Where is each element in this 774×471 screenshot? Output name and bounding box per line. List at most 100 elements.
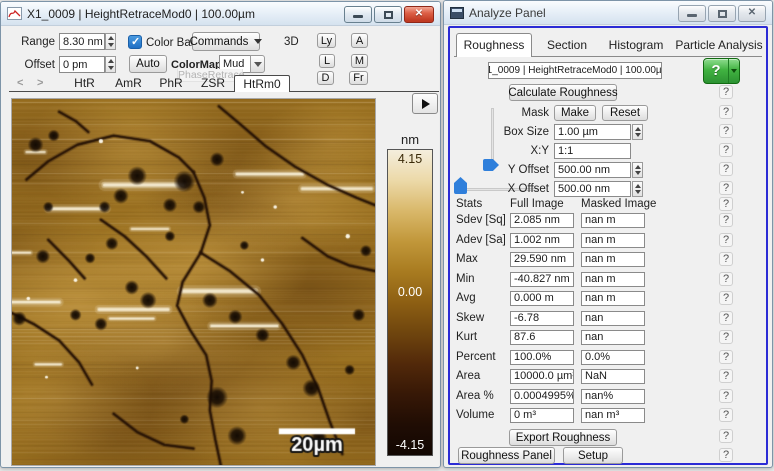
- help-button[interactable]: ?: [719, 350, 733, 364]
- help-button[interactable]: ?: [719, 213, 733, 227]
- stat-full-value[interactable]: 29.590 nm: [510, 252, 574, 267]
- stat-masked-value[interactable]: nan%: [581, 389, 645, 404]
- range-spinner[interactable]: [105, 33, 116, 50]
- stat-masked-value[interactable]: nan m: [581, 291, 645, 306]
- stat-full-value[interactable]: 87.6: [510, 330, 574, 345]
- close-button[interactable]: [738, 5, 766, 22]
- offset-input[interactable]: 0 pm: [59, 56, 105, 73]
- stat-full-value[interactable]: 10000.0 µm²: [510, 369, 574, 384]
- tab-htr[interactable]: HtR: [63, 75, 106, 92]
- help-button[interactable]: ?: [719, 197, 733, 211]
- stat-masked-value[interactable]: nan m: [581, 233, 645, 248]
- xy-ratio-input[interactable]: 1:1: [554, 143, 631, 159]
- box-size-input[interactable]: 1.00 µm: [554, 124, 631, 140]
- tab-phr[interactable]: PhR: [150, 75, 192, 92]
- analyze-panel-title: Analyze Panel: [469, 6, 546, 20]
- help-dropdown-arrow[interactable]: [729, 59, 739, 83]
- stat-masked-value[interactable]: nan: [581, 330, 645, 345]
- close-button[interactable]: [404, 6, 434, 23]
- export-roughness-button[interactable]: Export Roughness: [509, 429, 617, 446]
- spin-down-icon: [635, 190, 641, 194]
- stat-full-value[interactable]: 1.002 nm: [510, 233, 574, 248]
- tab-amr[interactable]: AmR: [107, 75, 150, 92]
- stat-full-value[interactable]: 0.0004995%: [510, 389, 574, 404]
- stat-full-value[interactable]: 0 m³: [510, 408, 574, 423]
- stat-masked-value[interactable]: 0.0%: [581, 350, 645, 365]
- help-button[interactable]: ?: [719, 429, 733, 443]
- stat-masked-value[interactable]: nan: [581, 311, 645, 326]
- stat-full-value[interactable]: -6.78: [510, 311, 574, 326]
- stat-full-value[interactable]: 100.0%: [510, 350, 574, 365]
- spin-down-icon: [635, 133, 641, 137]
- tab-section[interactable]: Section: [534, 35, 600, 57]
- stat-label: Avg: [456, 292, 476, 304]
- range-input[interactable]: 8.30 nm: [59, 33, 105, 50]
- help-button[interactable]: ?: [719, 311, 733, 325]
- stat-full-value[interactable]: -40.827 nm: [510, 272, 574, 287]
- y-offset-spinner[interactable]: [632, 162, 643, 178]
- l-button[interactable]: L: [319, 54, 335, 68]
- help-button[interactable]: ?: [719, 105, 733, 119]
- maximize-button[interactable]: [374, 6, 402, 23]
- 3d-button[interactable]: 3D: [284, 36, 299, 48]
- stat-masked-value[interactable]: nan m: [581, 213, 645, 228]
- tab-htrm0[interactable]: HtRm0: [234, 75, 290, 92]
- help-button[interactable]: ?: [719, 272, 733, 286]
- y-offset-input[interactable]: 500.00 nm: [554, 162, 631, 178]
- help-button[interactable]: ?: [719, 233, 733, 247]
- maximize-button[interactable]: [708, 5, 736, 22]
- image-window-title: X1_0009 | HeightRetraceMod0 | 100.00µm: [27, 7, 255, 21]
- stat-masked-value[interactable]: nan m³: [581, 408, 645, 423]
- main-help-button[interactable]: ?: [703, 58, 740, 84]
- minimize-button[interactable]: [344, 6, 372, 23]
- help-button[interactable]: ?: [719, 85, 733, 99]
- tab-zsr[interactable]: ZSR: [193, 75, 233, 92]
- box-size-spinner[interactable]: [632, 124, 643, 140]
- stat-masked-value[interactable]: NaN: [581, 369, 645, 384]
- tab-particle-analysis[interactable]: Particle Analysis: [672, 35, 766, 57]
- y-offset-slider-track[interactable]: [491, 108, 494, 166]
- help-button[interactable]: ?: [719, 369, 733, 383]
- auto-button[interactable]: Auto: [129, 55, 167, 73]
- color-bar-label: Color Bar: [146, 37, 195, 49]
- stat-masked-value[interactable]: nan m: [581, 272, 645, 287]
- help-button[interactable]: ?: [719, 448, 733, 462]
- help-button[interactable]: ?: [719, 408, 733, 422]
- offset-spinner[interactable]: [105, 56, 116, 73]
- a-button[interactable]: A: [351, 33, 368, 48]
- mask-reset-button[interactable]: Reset: [602, 105, 648, 121]
- help-button[interactable]: ?: [719, 389, 733, 403]
- x-offset-input[interactable]: 500.00 nm: [554, 181, 631, 197]
- stat-full-value[interactable]: 0.000 m: [510, 291, 574, 306]
- calculate-roughness-button[interactable]: Calculate Roughness: [509, 84, 617, 101]
- mask-make-button[interactable]: Make: [554, 105, 596, 121]
- color-bar-checkbox[interactable]: [128, 35, 142, 49]
- tab-roughness[interactable]: Roughness: [456, 33, 532, 57]
- tab-scroll-left[interactable]: <: [17, 77, 23, 89]
- colormap-dropdown-button[interactable]: [250, 55, 265, 73]
- setup-button[interactable]: Setup: [563, 447, 623, 464]
- image-selector[interactable]: X1_0009 | HeightRetraceMod0 | 100.00µm: [488, 62, 662, 79]
- help-button[interactable]: ?: [719, 124, 733, 138]
- help-button[interactable]: ?: [719, 162, 733, 176]
- afm-image[interactable]: [11, 98, 376, 466]
- m-button[interactable]: M: [351, 54, 368, 68]
- minimize-button[interactable]: [678, 5, 706, 22]
- x-offset-spinner[interactable]: [632, 181, 643, 197]
- stat-full-value[interactable]: 2.085 nm: [510, 213, 574, 228]
- stat-masked-value[interactable]: nan m: [581, 252, 645, 267]
- help-button[interactable]: ?: [719, 143, 733, 157]
- help-button[interactable]: ?: [719, 252, 733, 266]
- help-button[interactable]: ?: [719, 291, 733, 305]
- help-button[interactable]: ?: [719, 181, 733, 195]
- x-offset-slider-handle[interactable]: [454, 177, 467, 194]
- analyze-panel-window: Analyze Panel Roughness Section Histogra…: [443, 0, 773, 468]
- roughness-panel-button[interactable]: Roughness Panel: [458, 447, 555, 464]
- layer-button[interactable]: Ly: [317, 33, 336, 48]
- play-button[interactable]: [412, 93, 438, 114]
- commands-button[interactable]: Commands: [192, 32, 260, 51]
- stat-row-sdev: Sdev [Sq] 2.085 nm nan m ?: [450, 213, 766, 229]
- help-button[interactable]: ?: [719, 330, 733, 344]
- tab-histogram[interactable]: Histogram: [602, 35, 670, 57]
- tab-scroll-right[interactable]: >: [37, 77, 43, 89]
